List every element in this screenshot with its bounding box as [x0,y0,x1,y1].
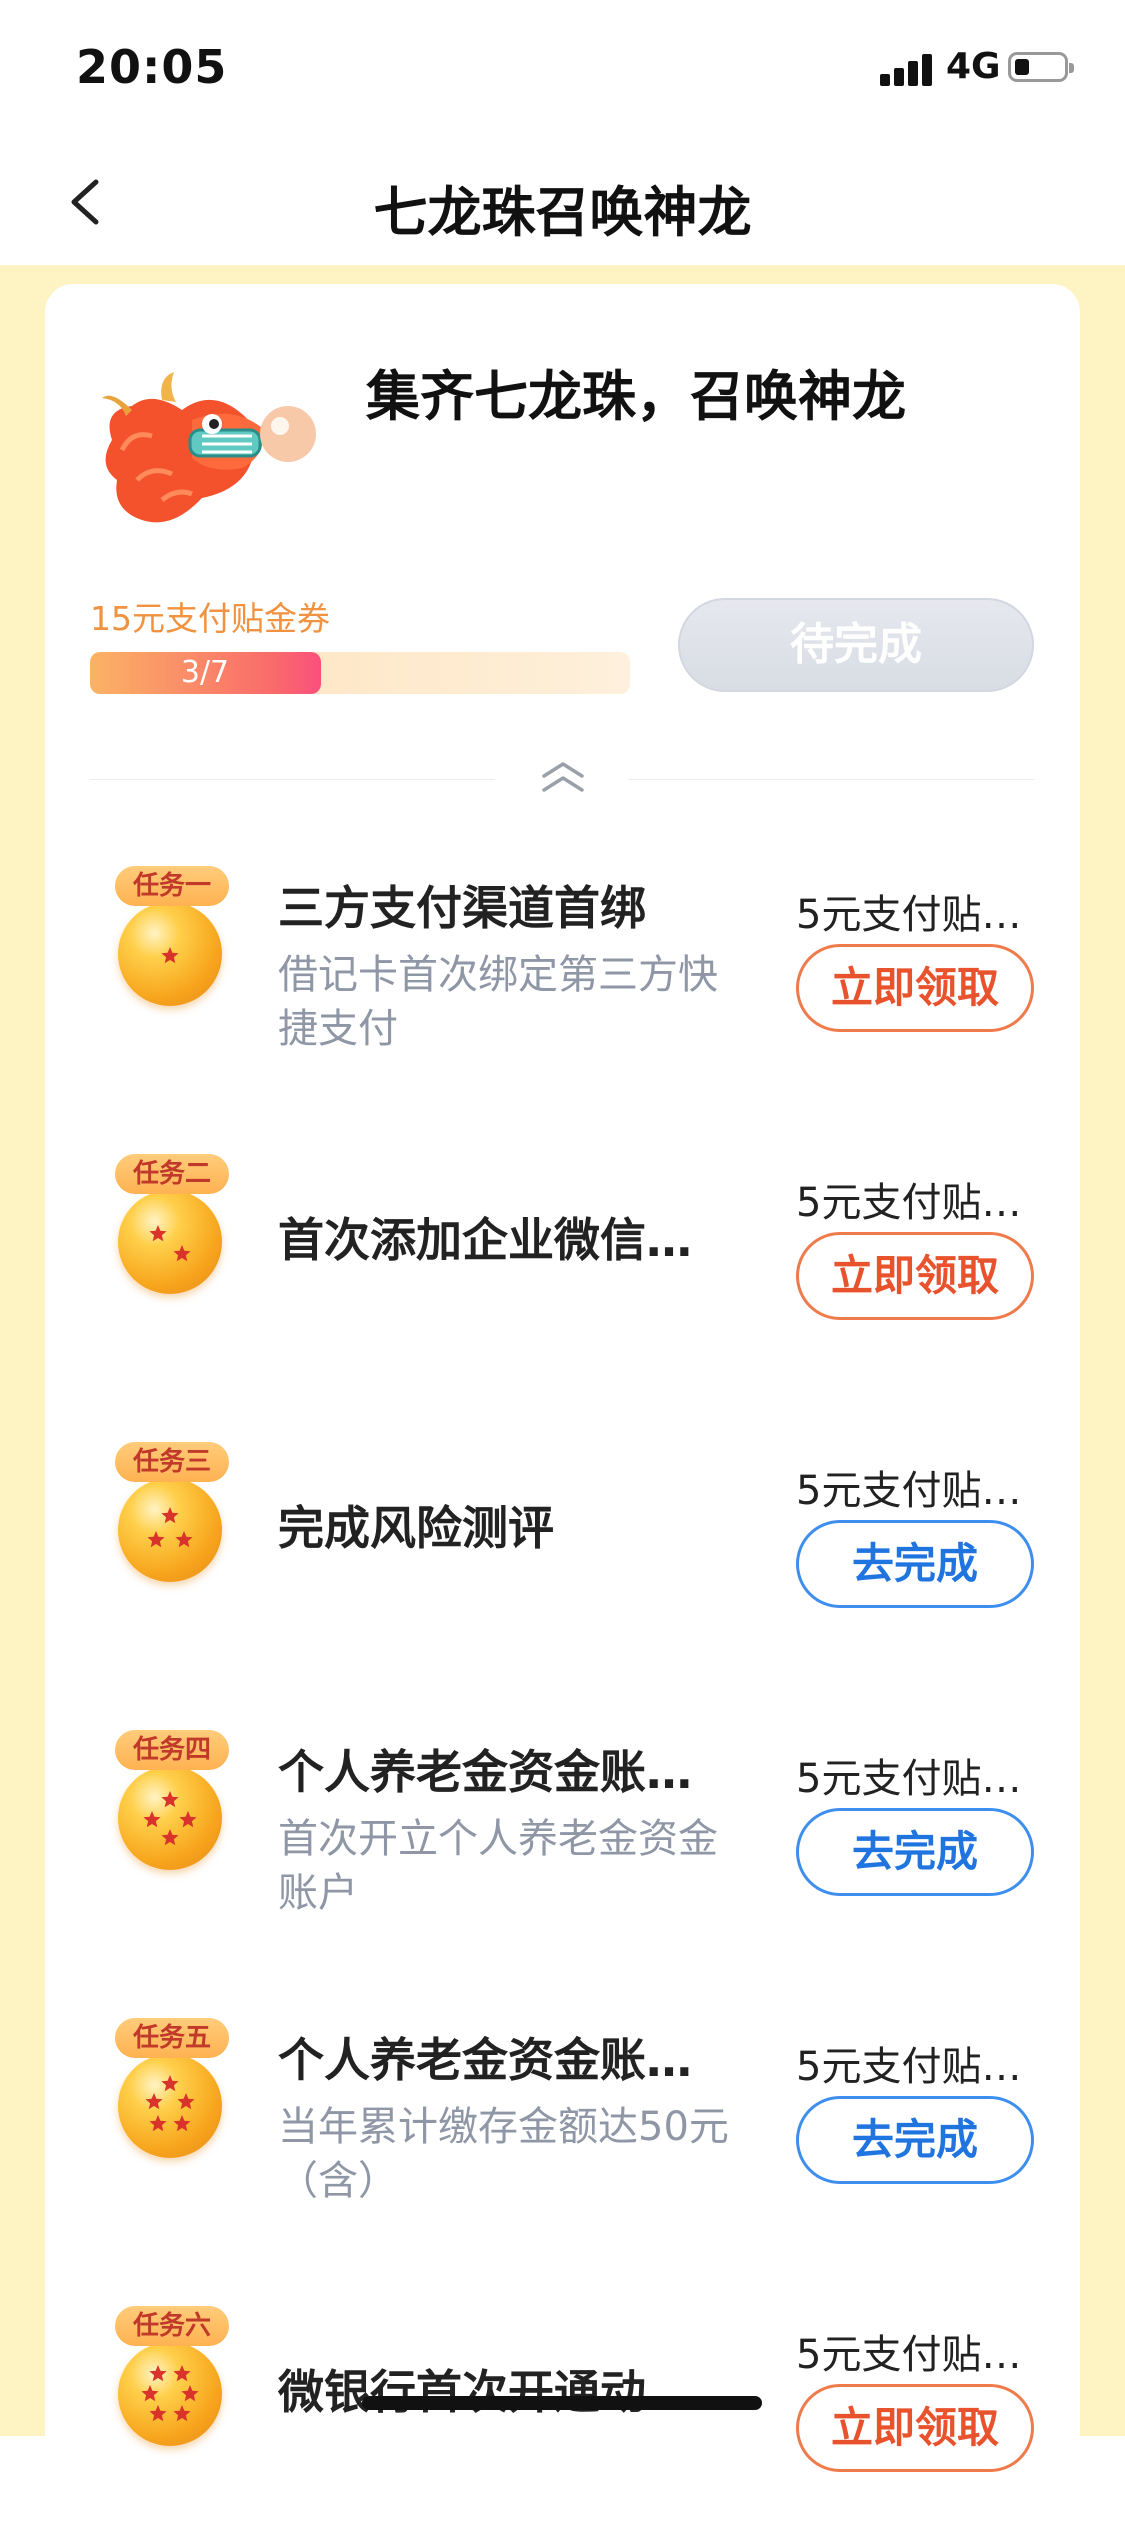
pending-button[interactable]: 待完成 [678,598,1034,692]
task-badge: 任务二 [115,1154,229,1194]
dragon-ball-icon [118,902,222,1006]
home-indicator [362,2396,762,2410]
task-row: 任务五 个人养老金资金账… 当年累计缴存金额达50元（含） 5元支付贴… 去完成 [90,2018,1036,2238]
dragon-ball-icon [118,1478,222,1582]
star-icon [161,947,179,964]
nav-bar: 七龙珠召唤神龙 [0,140,1125,266]
dragon-icon [92,370,332,540]
divider-left [90,779,495,780]
signal-icon [880,52,934,86]
progress-label: 15元支付贴金券 [90,599,330,638]
go-complete-button[interactable]: 去完成 [796,1520,1034,1608]
progress-bar: 3/7 [90,652,630,694]
task-badge: 任务三 [115,1442,229,1482]
claim-button[interactable]: 立即领取 [796,2384,1034,2472]
dragon-ball-icon [118,2342,222,2446]
star-icon [161,1829,179,1846]
collapse-chevron-up-icon[interactable] [538,758,588,798]
dragon-ball-badge: 任务四 [100,1730,240,1900]
dragon-ball-badge: 任务五 [100,2018,240,2188]
star-icon [161,2075,179,2092]
task-title: 个人养老金资金账… [278,1745,692,1799]
task-description: 首次开立个人养老金资金账户 [278,1816,718,1916]
task-description: 借记卡首次绑定第三方快捷支付 [278,952,718,1052]
progress-text: 3/7 [180,655,230,690]
task-reward: 5元支付贴… [796,1756,1022,1802]
task-row: 任务三 完成风险测评 5元支付贴… 去完成 [90,1442,1036,1662]
dragon-ball-badge: 任务六 [100,2306,240,2476]
star-icon [149,2365,167,2382]
card-title: 集齐七龙珠，召唤神龙 [366,365,906,428]
star-icon [161,1507,179,1524]
task-title: 微银行首次开通动… [278,2365,692,2419]
star-icon [149,2115,167,2132]
divider-right [628,779,1034,780]
go-complete-button[interactable]: 去完成 [796,2096,1034,2184]
status-time: 20:05 [76,40,228,94]
go-complete-button[interactable]: 去完成 [796,1808,1034,1896]
star-icon [173,1245,191,1262]
star-icon [141,2385,159,2402]
network-type: 4G [946,46,1001,87]
task-row: 任务六 微银行首次开通动… 5元支付贴… 立即领取 [90,2306,1036,2526]
task-reward: 5元支付贴… [796,1468,1022,1514]
task-reward: 5元支付贴… [796,2044,1022,2090]
star-icon [173,2115,191,2132]
dragon-ball-badge: 任务二 [100,1154,240,1324]
star-icon [173,2405,191,2422]
task-row: 任务四 个人养老金资金账… 首次开立个人养老金资金账户 5元支付贴… 去完成 [90,1730,1036,1950]
task-badge: 任务四 [115,1730,229,1770]
dragon-ball-badge: 任务三 [100,1442,240,1612]
claim-button[interactable]: 立即领取 [796,1232,1034,1320]
battery-icon [1008,52,1074,82]
task-reward: 5元支付贴… [796,1180,1022,1226]
dragon-ball-icon [118,2054,222,2158]
star-icon [173,2365,191,2382]
claim-button[interactable]: 立即领取 [796,944,1034,1032]
status-bar: 20:05 4G [0,0,1125,140]
dragon-ball-badge: 任务一 [100,866,240,1036]
star-icon [179,1811,197,1828]
task-title: 完成风险测评 [278,1501,554,1555]
task-row: 任务二 首次添加企业微信… 5元支付贴… 立即领取 [90,1154,1036,1374]
star-icon [147,1531,165,1548]
star-icon [181,2385,199,2402]
star-icon [149,1225,167,1242]
dragon-ball-icon [118,1190,222,1294]
star-icon [143,1811,161,1828]
task-reward: 5元支付贴… [796,892,1022,938]
star-icon [149,2405,167,2422]
task-title: 个人养老金资金账… [278,2033,692,2087]
star-icon [175,1531,193,1548]
task-badge: 任务一 [115,866,229,906]
task-description: 当年累计缴存金额达50元（含） [278,2104,729,2204]
star-icon [177,2093,195,2110]
star-icon [145,2093,163,2110]
star-icon [161,1791,179,1808]
task-reward: 5元支付贴… [796,2332,1022,2378]
task-badge: 任务六 [115,2306,229,2346]
task-badge: 任务五 [115,2018,229,2058]
dragon-ball-icon [118,1766,222,1870]
task-row: 任务一 三方支付渠道首绑 借记卡首次绑定第三方快捷支付 5元支付贴… 立即领取 [90,866,1036,1086]
task-title: 首次添加企业微信… [278,1213,692,1267]
page-title: 七龙珠召唤神龙 [373,181,752,244]
task-title: 三方支付渠道首绑 [278,881,646,935]
